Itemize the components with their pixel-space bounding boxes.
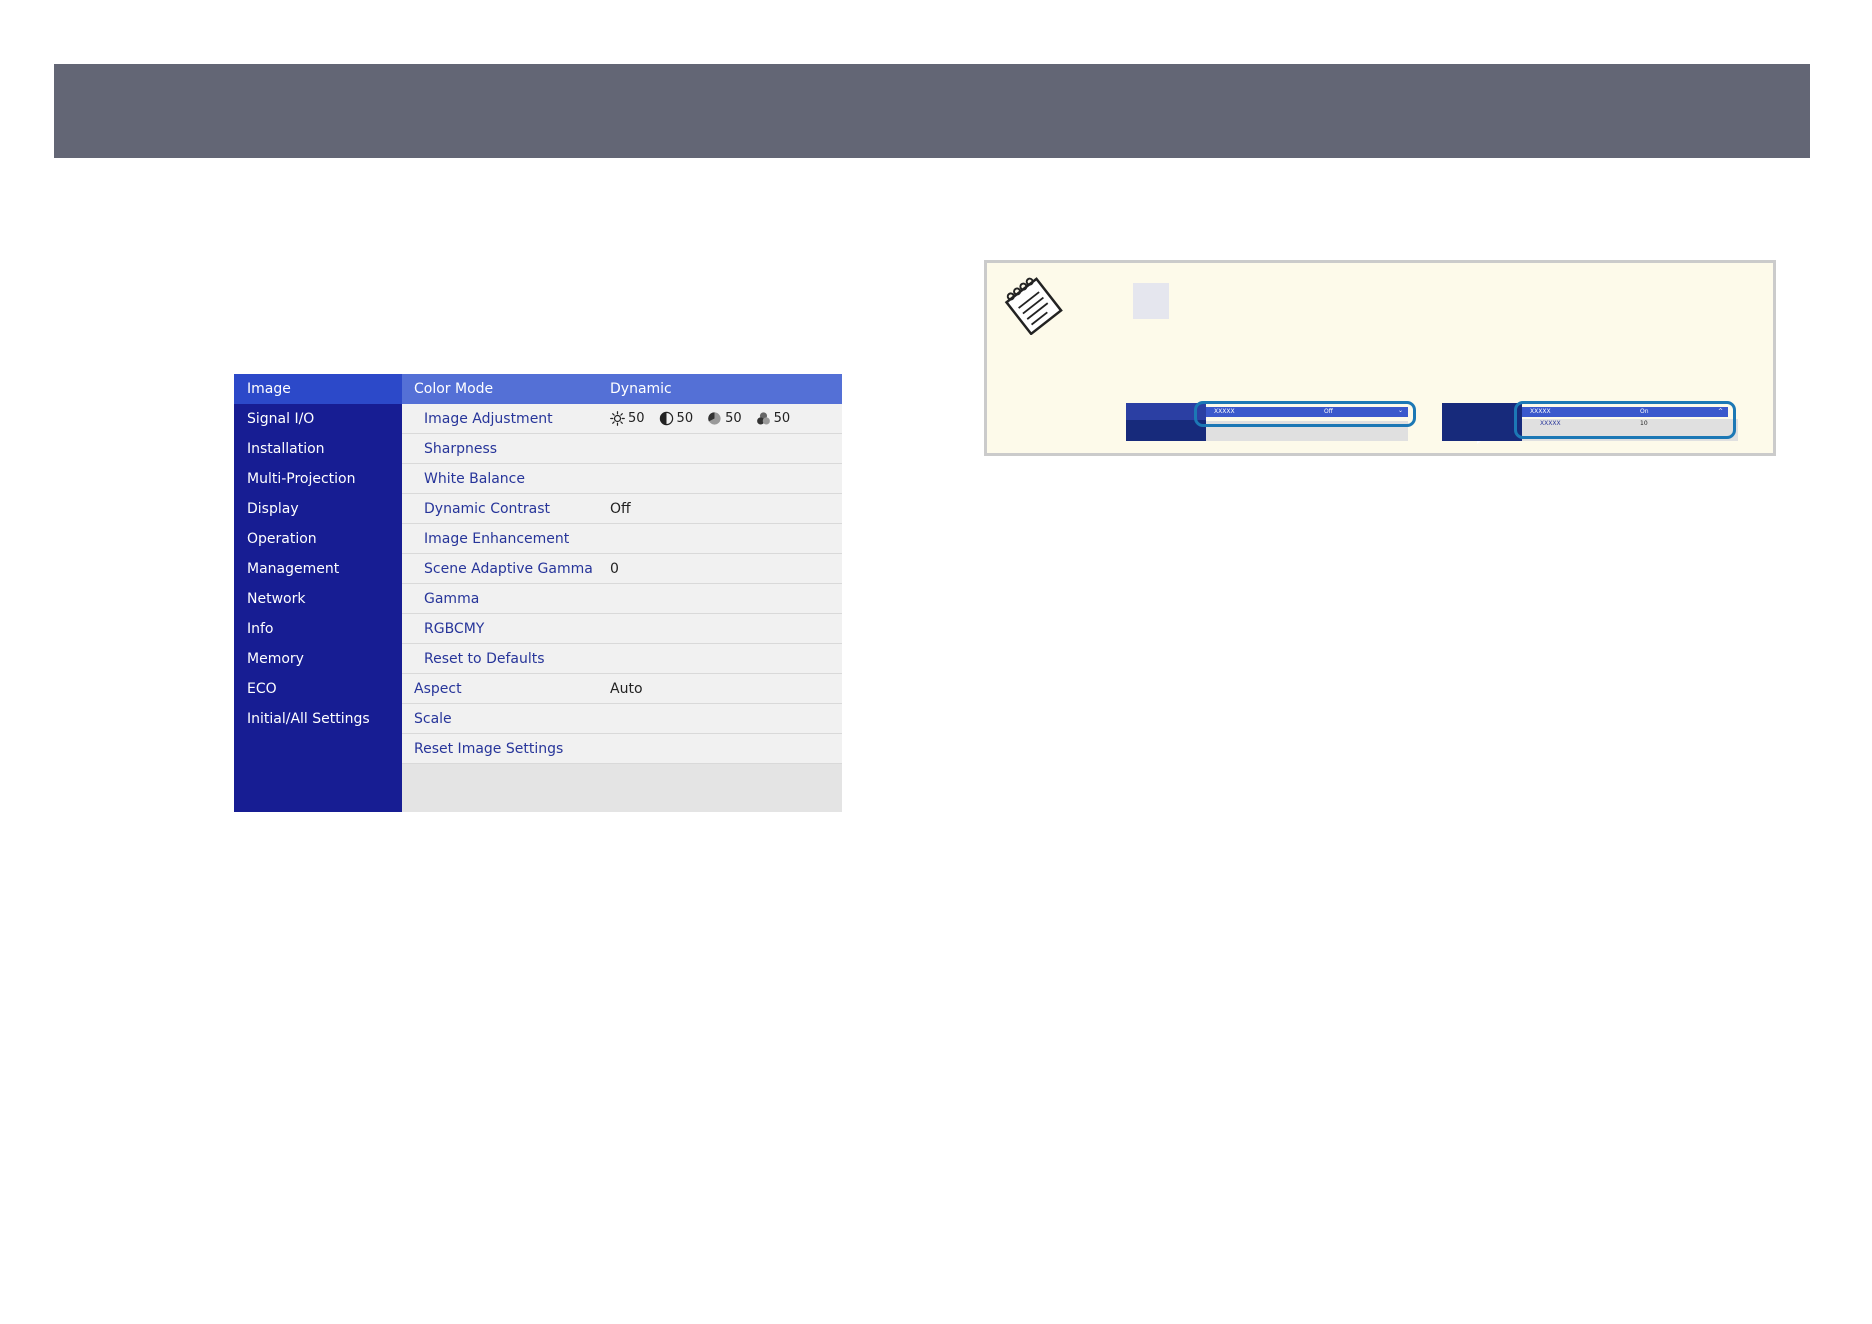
menu-row-sharpness[interactable]: Sharpness bbox=[402, 434, 842, 464]
menu-row-image-enhancement[interactable]: Image Enhancement bbox=[402, 524, 842, 554]
saturation-icon bbox=[708, 412, 721, 425]
mini-screen-after: XXXXX On ^ XXXXX 10 bbox=[1442, 401, 1740, 445]
sidebar-item-network[interactable]: Network bbox=[234, 584, 402, 614]
highlight-outline-after bbox=[1514, 401, 1736, 439]
row-value: Auto bbox=[610, 680, 643, 697]
menu-row-rgbcmy[interactable]: RGBCMY bbox=[402, 614, 842, 644]
sidebar-item-operation[interactable]: Operation bbox=[234, 524, 402, 554]
saturation-value: 50 bbox=[725, 411, 742, 426]
menu-row-aspect[interactable]: Aspect Auto bbox=[402, 674, 842, 704]
row-label: Image Enhancement bbox=[424, 530, 570, 547]
note-icon bbox=[1004, 277, 1063, 335]
menu-row-reset-image-settings[interactable]: Reset Image Settings bbox=[402, 734, 842, 764]
sidebar-item-memory[interactable]: Memory bbox=[234, 644, 402, 674]
contrast-value: 50 bbox=[676, 411, 694, 426]
sidebar-item-management[interactable]: Management bbox=[234, 554, 402, 584]
row-label: Color Mode bbox=[414, 380, 494, 397]
row-value: Dynamic bbox=[610, 380, 672, 397]
projector-menu: Image Signal I/O Installation Multi-Proj… bbox=[234, 374, 842, 812]
menu-sidebar: Image Signal I/O Installation Multi-Proj… bbox=[234, 374, 402, 812]
row-label: White Balance bbox=[424, 470, 525, 487]
sidebar-item-signal-io[interactable]: Signal I/O bbox=[234, 404, 402, 434]
brightness-icon bbox=[610, 411, 625, 426]
sidebar-item-display[interactable]: Display bbox=[234, 494, 402, 524]
row-label: Scene Adaptive Gamma bbox=[424, 560, 593, 577]
row-label: Scale bbox=[414, 710, 452, 727]
sidebar-item-installation[interactable]: Installation bbox=[234, 434, 402, 464]
row-label: RGBCMY bbox=[424, 620, 485, 637]
sidebar-item-image[interactable]: Image bbox=[234, 374, 402, 404]
row-label: Sharpness bbox=[424, 440, 498, 457]
highlight-outline-before bbox=[1194, 401, 1416, 427]
menu-row-image-adjustment[interactable]: Image Adjustment 50 50 50 50 bbox=[402, 404, 842, 434]
contrast-icon bbox=[659, 411, 673, 426]
row-value: Off bbox=[610, 500, 631, 517]
menu-row-reset-to-defaults[interactable]: Reset to Defaults bbox=[402, 644, 842, 674]
row-label: Reset to Defaults bbox=[424, 650, 545, 667]
brightness-value: 50 bbox=[628, 411, 645, 426]
menu-row-scene-adaptive-gamma[interactable]: Scene Adaptive Gamma 0 bbox=[402, 554, 842, 584]
sidebar-item-info[interactable]: Info bbox=[234, 614, 402, 644]
image-adjustment-values: 50 50 50 50 bbox=[610, 411, 790, 426]
row-label: Reset Image Settings bbox=[414, 740, 564, 757]
tint-value: 50 bbox=[773, 411, 791, 426]
row-label: Dynamic Contrast bbox=[424, 500, 551, 517]
sidebar-item-eco[interactable]: ECO bbox=[234, 674, 402, 704]
menu-main-panel: Color Mode Dynamic Image Adjustment 50 5… bbox=[402, 374, 842, 812]
row-label: Image Adjustment bbox=[424, 410, 553, 427]
menu-row-color-mode[interactable]: Color Mode Dynamic bbox=[402, 374, 842, 404]
menu-row-gamma[interactable]: Gamma bbox=[402, 584, 842, 614]
mini-screen-before: XXXXX Off ⌄ bbox=[1126, 401, 1416, 445]
row-label: Aspect bbox=[414, 680, 462, 697]
row-label: Gamma bbox=[424, 590, 480, 607]
menu-row-dynamic-contrast[interactable]: Dynamic Contrast Off bbox=[402, 494, 842, 524]
menu-row-scale[interactable]: Scale bbox=[402, 704, 842, 734]
menu-row-white-balance[interactable]: White Balance bbox=[402, 464, 842, 494]
sidebar-item-initial-all-settings[interactable]: Initial/All Settings bbox=[234, 704, 402, 734]
sidebar-item-multi-projection[interactable]: Multi-Projection bbox=[234, 464, 402, 494]
row-value: 0 bbox=[610, 560, 619, 577]
tint-icon bbox=[756, 412, 770, 425]
page-header-bar bbox=[54, 64, 1810, 158]
note-placeholder-box bbox=[1133, 283, 1169, 319]
note-box: XXXXX Off ⌄ XXXXX On ^ XXXXX 10 bbox=[984, 260, 1776, 456]
mini-sidebar bbox=[1442, 403, 1522, 441]
